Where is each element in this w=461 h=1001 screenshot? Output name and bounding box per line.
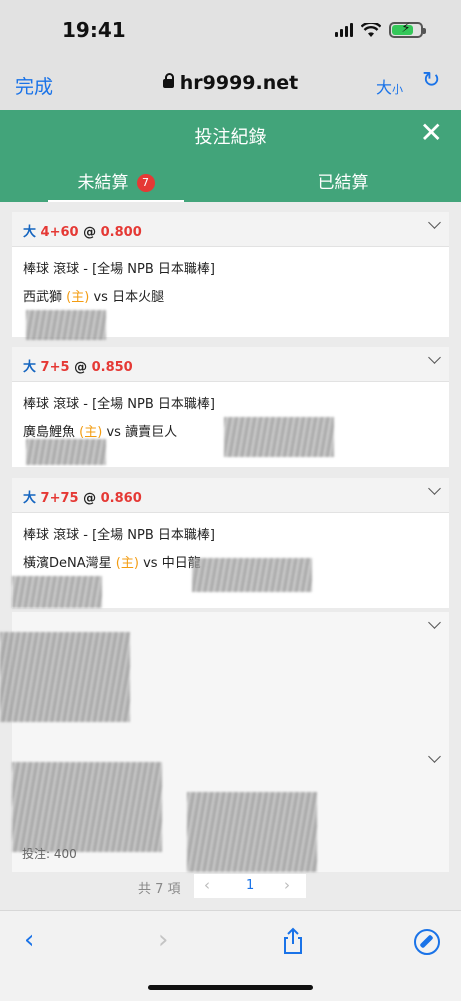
reload-icon[interactable]: ↻ — [422, 68, 440, 93]
redacted-area — [187, 792, 317, 872]
redacted-area — [192, 558, 312, 592]
status-time: 19:41 — [62, 18, 126, 42]
bet-league: 棒球 滾球 - [全場 NPB 日本職棒] — [23, 262, 215, 277]
forward-button[interactable]: › — [158, 925, 168, 955]
redacted-area — [12, 576, 102, 608]
tab-settled[interactable]: 已結算 — [288, 168, 398, 193]
home-indicator — [148, 985, 313, 990]
lock-icon — [162, 73, 174, 88]
back-button[interactable]: ‹ — [24, 925, 34, 955]
chevron-down-icon[interactable] — [428, 482, 441, 495]
bet-list: 大 4+60 @ 0.800 棒球 滾球 - [全場 NPB 日本職棒] 西武獅… — [0, 202, 461, 910]
redacted-area — [0, 632, 130, 722]
close-icon[interactable]: ✕ — [420, 116, 443, 149]
redacted-area — [26, 439, 106, 465]
bet-match: 廣島鯉魚 (主) vs 讀賣巨人 — [23, 425, 178, 440]
bet-card-header[interactable]: 大 7+75 @ 0.860 — [12, 478, 449, 513]
tab-bar: 未結算 7 已結算 — [0, 158, 461, 203]
bet-league: 棒球 滾球 - [全場 NPB 日本職棒] — [23, 528, 215, 543]
battery-icon: ⚡ — [389, 21, 426, 38]
share-icon[interactable] — [282, 927, 304, 955]
bet-match: 橫濱DeNA灣星 (主) vs 中日龍 — [23, 556, 201, 571]
prev-page-button[interactable]: ‹ — [204, 876, 210, 894]
status-icons: ⚡ — [335, 21, 426, 38]
bet-match: 西武獅 (主) vs 日本火腿 — [23, 290, 165, 305]
redacted-area — [12, 762, 162, 852]
unsettled-count-badge: 7 — [136, 174, 155, 192]
bet-card: 大 7+75 @ 0.860 棒球 滾球 - [全場 NPB 日本職棒] 橫濱D… — [12, 478, 449, 608]
url-text: hr9999.net — [179, 72, 299, 94]
bet-card-header[interactable]: 大 4+60 @ 0.800 — [12, 212, 449, 247]
modal-title: 投注紀錄 — [194, 127, 267, 148]
chevron-down-icon[interactable] — [428, 616, 441, 629]
chevron-down-icon[interactable] — [428, 351, 441, 364]
browser-bar: 完成 hr9999.net 大小 ↻ — [0, 60, 461, 110]
pagination: 共 7 項 ‹ 1 › — [0, 874, 461, 898]
compass-icon[interactable] — [414, 929, 440, 955]
signal-icon — [335, 23, 353, 37]
bet-card: 大 4+60 @ 0.800 棒球 滾球 - [全場 NPB 日本職棒] 西武獅… — [12, 212, 449, 340]
redacted-area — [26, 310, 106, 340]
tab-unsettled[interactable]: 未結算 7 — [48, 168, 184, 203]
bet-card-header[interactable]: 大 7+5 @ 0.850 — [12, 347, 449, 382]
next-page-button[interactable]: › — [284, 876, 290, 894]
stake-amount: 投注: 400 — [22, 847, 77, 861]
modal-header: 投注紀錄 ✕ — [0, 110, 461, 158]
status-bar: 19:41 ⚡ — [0, 0, 461, 60]
redacted-area — [224, 417, 334, 457]
chevron-down-icon[interactable] — [428, 216, 441, 229]
pager-box: ‹ 1 › — [194, 874, 306, 898]
chevron-down-icon[interactable] — [428, 750, 441, 763]
text-size-button[interactable]: 大小 — [376, 74, 403, 98]
bet-card: 大 7+5 @ 0.850 棒球 滾球 - [全場 NPB 日本職棒] 廣島鯉魚… — [12, 347, 449, 467]
bet-league: 棒球 滾球 - [全場 NPB 日本職棒] — [23, 397, 215, 412]
obscured-bet-cards — [0, 612, 449, 872]
total-count: 共 7 項 — [138, 882, 181, 897]
current-page[interactable]: 1 — [246, 878, 254, 893]
wifi-icon — [361, 22, 381, 37]
